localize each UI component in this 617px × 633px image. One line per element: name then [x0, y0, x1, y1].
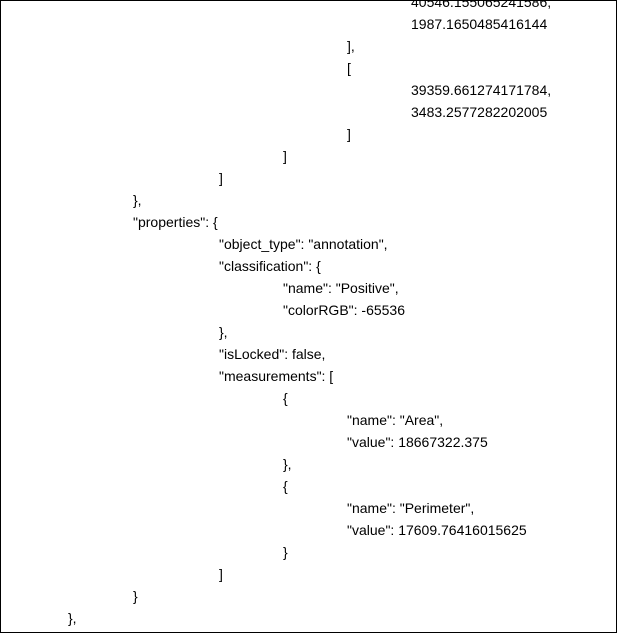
- code-line: "classification": {: [219, 258, 321, 274]
- code-line: "value": 18667322.375: [347, 434, 488, 450]
- code-line: },: [133, 192, 142, 208]
- code-line: "object_type": "annotation",: [219, 236, 388, 252]
- code-line: "name": "Positive",: [283, 280, 399, 296]
- code-line: },: [283, 456, 292, 472]
- code-line: [: [347, 60, 351, 76]
- code-line: "name": "Area",: [347, 412, 443, 428]
- code-line: "name": "Perimeter",: [347, 500, 474, 516]
- code-line: {: [283, 478, 288, 494]
- code-line: "value": 17609.76416015625: [347, 522, 527, 538]
- code-line: "measurements": [: [219, 368, 333, 384]
- code-line: 1987.1650485416144: [411, 16, 547, 32]
- code-line: 40546.155065241586,: [411, 0, 551, 10]
- code-line: ],: [347, 38, 355, 54]
- code-line: 3483.2577282202005: [411, 104, 547, 120]
- code-line: ]: [219, 566, 223, 582]
- json-code-view: 40546.155065241586, 1987.1650485416144], […: [0, 0, 617, 633]
- code-line: ]: [347, 126, 351, 142]
- code-line: },: [219, 324, 228, 340]
- code-line: "properties": {: [133, 214, 218, 230]
- code-line: }: [133, 588, 138, 604]
- code-line: }: [283, 544, 288, 560]
- code-line: "isLocked": false,: [219, 346, 325, 362]
- code-line: 39359.661274171784,: [411, 82, 551, 98]
- code-line: },: [68, 610, 77, 626]
- code-line: "colorRGB": -65536: [283, 302, 405, 318]
- code-line: {: [283, 390, 288, 406]
- code-line: ]: [283, 148, 287, 164]
- code-line: ]: [219, 170, 223, 186]
